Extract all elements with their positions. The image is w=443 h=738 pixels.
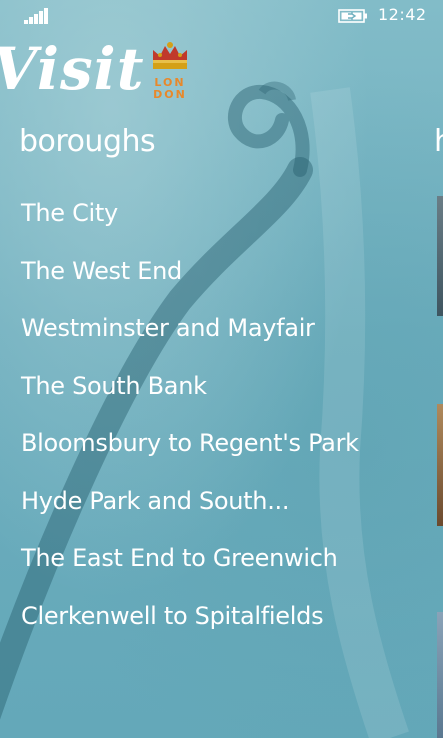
next-section-thumbnail[interactable] <box>437 196 443 316</box>
section-title-boroughs[interactable]: boroughs <box>19 124 156 159</box>
next-section-thumbnail[interactable] <box>437 404 443 526</box>
borough-list: The City The West End Westminster and Ma… <box>0 192 430 652</box>
next-section-title-peek[interactable]: h <box>434 124 443 159</box>
borough-item-the-south-bank[interactable]: The South Bank <box>0 365 430 423</box>
badge-text-top: LON <box>154 76 186 89</box>
crown-icon <box>153 42 187 69</box>
next-section-thumbnail[interactable] <box>437 612 443 738</box>
london-badge: LON DON <box>147 40 193 102</box>
borough-item-the-west-end[interactable]: The West End <box>0 250 430 308</box>
battery-charging-icon <box>338 9 367 23</box>
borough-item-hyde-park-and-south[interactable]: Hyde Park and South... <box>0 480 430 538</box>
borough-item-the-city[interactable]: The City <box>0 192 430 250</box>
clock: 12:42 <box>378 5 427 24</box>
status-bar: 12:42 <box>0 0 443 32</box>
borough-item-westminster-and-mayfair[interactable]: Westminster and Mayfair <box>0 307 430 365</box>
borough-item-clerkenwell-to-spitalfields[interactable]: Clerkenwell to Spitalfields <box>0 595 430 653</box>
borough-item-bloomsbury-to-regents-park[interactable]: Bloomsbury to Regent's Park <box>0 422 430 480</box>
badge-text-bottom: DON <box>153 88 187 101</box>
signal-strength-icon <box>24 6 50 24</box>
brand-wordmark: Visit <box>0 35 145 103</box>
borough-item-the-east-end-to-greenwich[interactable]: The East End to Greenwich <box>0 537 430 595</box>
